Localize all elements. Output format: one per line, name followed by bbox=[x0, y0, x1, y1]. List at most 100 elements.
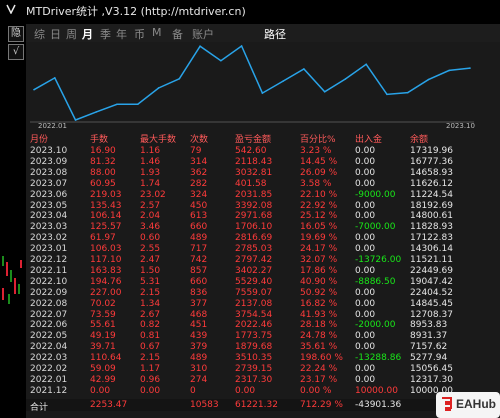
cell-出入金: 0.00 bbox=[355, 342, 376, 353]
watermark-text: EAHub bbox=[456, 397, 496, 411]
table-row: 2023.07 60.95 1.74 282 401.58 3.58 % 0.00 11626… bbox=[30, 179, 500, 189]
cell-盈亏金额: 7559.07 bbox=[235, 287, 273, 298]
cell-月份: 2023.01 bbox=[30, 244, 68, 255]
cell-次数: 379 bbox=[190, 342, 208, 353]
cell-次数: 377 bbox=[190, 298, 208, 309]
cell-百分比%: 23.17 % bbox=[300, 374, 338, 385]
cell-最大手数: 2.04 bbox=[140, 211, 161, 222]
balance-point-2023.09 bbox=[448, 69, 451, 72]
summary-row: 合计 2253.47 10583 61221.32 712.29 % -43901.36 bbox=[26, 399, 500, 413]
table-row: 2023.06 219.03 23.02 324 2031.85 22.10 % -9000… bbox=[30, 190, 500, 200]
balance-point-2023.10 bbox=[469, 67, 471, 69]
tab-6[interactable]: 币 bbox=[134, 26, 145, 42]
tab-7[interactable]: M bbox=[152, 26, 162, 39]
balance-point-2022.07 bbox=[157, 87, 160, 89]
cell-手数: 81.32 bbox=[90, 156, 116, 167]
background-price-chart bbox=[2, 256, 22, 304]
check-toggle[interactable]: √ bbox=[8, 44, 24, 60]
balance-point-2022.06 bbox=[137, 103, 139, 105]
cell-最大手数: 0.67 bbox=[140, 342, 161, 353]
cell-余额: 16777.36 bbox=[410, 156, 453, 167]
cell-余额: 12708.37 bbox=[410, 309, 453, 320]
cell-手数: 55.61 bbox=[90, 320, 116, 331]
cell-次数: 282 bbox=[190, 178, 208, 189]
cell-百分比%: 24.17 % bbox=[300, 244, 338, 255]
cell-次数: 857 bbox=[190, 265, 208, 276]
cell-最大手数: 3.46 bbox=[140, 222, 161, 233]
cell-最大手数: 1.74 bbox=[140, 178, 161, 189]
cell-余额: 14658.93 bbox=[410, 167, 453, 178]
cell-出入金: 0.00 bbox=[355, 200, 376, 211]
cell-盈亏金额: 2816.69 bbox=[235, 233, 273, 244]
tab-3[interactable]: 月 bbox=[82, 26, 93, 42]
cell-最大手数: 0.81 bbox=[140, 331, 161, 342]
cell-出入金: -13726.00 bbox=[355, 255, 402, 265]
cell-盈亏金额: 2022.46 bbox=[235, 320, 273, 331]
cell-最大手数: 0.96 bbox=[140, 374, 161, 385]
header-cell-6: 出入金 bbox=[355, 135, 383, 145]
balance-point-2023.04 bbox=[344, 78, 347, 80]
cell-次数: 79 bbox=[190, 146, 202, 156]
tab-4[interactable]: 季 bbox=[100, 26, 111, 42]
tab-9[interactable]: 账户 bbox=[192, 26, 214, 42]
cell-出入金: -7000.00 bbox=[355, 222, 396, 233]
cell-百分比%: 22.24 % bbox=[300, 364, 338, 374]
cell-余额: 12317.30 bbox=[410, 374, 453, 385]
cell-百分比%: 26.09 % bbox=[300, 167, 338, 178]
cell-盈亏金额: 2971.68 bbox=[235, 211, 273, 222]
table-row: 2023.03 125.57 3.46 660 1706.10 16.05 % -7000.… bbox=[30, 222, 500, 232]
cell-余额: 11626.12 bbox=[410, 178, 453, 189]
table-row: 2022.10 194.76 5.31 660 5529.40 40.90 % -8886.… bbox=[30, 277, 500, 287]
cell-月份: 2022.01 bbox=[30, 374, 68, 385]
header-cell-5: 百分比% bbox=[300, 135, 336, 145]
table-row: 2022.06 55.61 0.82 451 2022.46 28.18 % -2000.0… bbox=[30, 320, 500, 330]
tab-10[interactable]: 路径 bbox=[264, 26, 286, 42]
cell-余额: 8931.37 bbox=[410, 331, 448, 342]
table-row: 2023.02 61.97 0.60 489 2816.69 19.69 % 0.00 171… bbox=[30, 233, 500, 243]
cell-手数: 110.64 bbox=[90, 353, 122, 364]
cell-百分比%: 40.90 % bbox=[300, 276, 338, 287]
cell-出入金: -9000.00 bbox=[355, 189, 396, 200]
cell-最大手数: 0.82 bbox=[140, 320, 161, 331]
summary-cell-0: 合计 bbox=[30, 403, 49, 413]
cell-百分比%: 24.78 % bbox=[300, 331, 338, 342]
tab-2[interactable]: 周 bbox=[66, 26, 77, 42]
cell-手数: 106.03 bbox=[90, 244, 122, 255]
cell-月份: 2022.08 bbox=[30, 298, 68, 309]
cell-最大手数: 0.60 bbox=[140, 233, 161, 244]
cell-次数: 314 bbox=[190, 156, 208, 167]
summary-cell-4: 61221.32 bbox=[235, 400, 278, 410]
balance-point-2023.01 bbox=[282, 80, 284, 82]
cell-盈亏金额: 2031.85 bbox=[235, 189, 273, 200]
cell-百分比%: 28.18 % bbox=[300, 320, 338, 331]
cell-月份: 2022.12 bbox=[30, 255, 68, 265]
cell-盈亏金额: 0.00 bbox=[235, 385, 256, 396]
tab-1[interactable]: 日 bbox=[50, 26, 61, 42]
cell-次数: 468 bbox=[190, 309, 208, 320]
cell-最大手数: 2.47 bbox=[140, 255, 161, 265]
tab-0[interactable]: 综 bbox=[34, 26, 45, 42]
cell-百分比%: 22.10 % bbox=[300, 189, 338, 200]
cell-月份: 2022.09 bbox=[30, 287, 68, 298]
tab-8[interactable]: 备 bbox=[172, 26, 183, 42]
balance-point-2022.02 bbox=[53, 77, 56, 79]
eahub-logo-icon bbox=[442, 397, 452, 411]
cell-盈亏金额: 3392.08 bbox=[235, 200, 273, 211]
cell-最大手数: 2.15 bbox=[140, 353, 161, 364]
cell-余额: 14800.61 bbox=[410, 211, 453, 222]
cell-最大手数: 1.16 bbox=[140, 146, 161, 156]
cell-余额: 22404.52 bbox=[410, 287, 453, 298]
cell-百分比%: 14.45 % bbox=[300, 156, 338, 167]
balance-point-2022.10 bbox=[220, 59, 222, 62]
cell-盈亏金额: 1773.75 bbox=[235, 331, 273, 342]
tab-5[interactable]: 年 bbox=[116, 26, 127, 42]
cell-盈亏金额: 2137.08 bbox=[235, 298, 273, 309]
cell-余额: 11828.93 bbox=[410, 222, 453, 233]
header-cell-2: 最大手数 bbox=[140, 135, 177, 145]
cell-月份: 2021.12 bbox=[30, 385, 68, 396]
cell-最大手数: 2.67 bbox=[140, 309, 161, 320]
hide-button[interactable]: 隐 bbox=[8, 26, 24, 42]
cell-最大手数: 5.31 bbox=[140, 276, 161, 287]
cell-盈亏金额: 2118.43 bbox=[235, 156, 273, 167]
cell-百分比%: 19.69 % bbox=[300, 233, 338, 244]
